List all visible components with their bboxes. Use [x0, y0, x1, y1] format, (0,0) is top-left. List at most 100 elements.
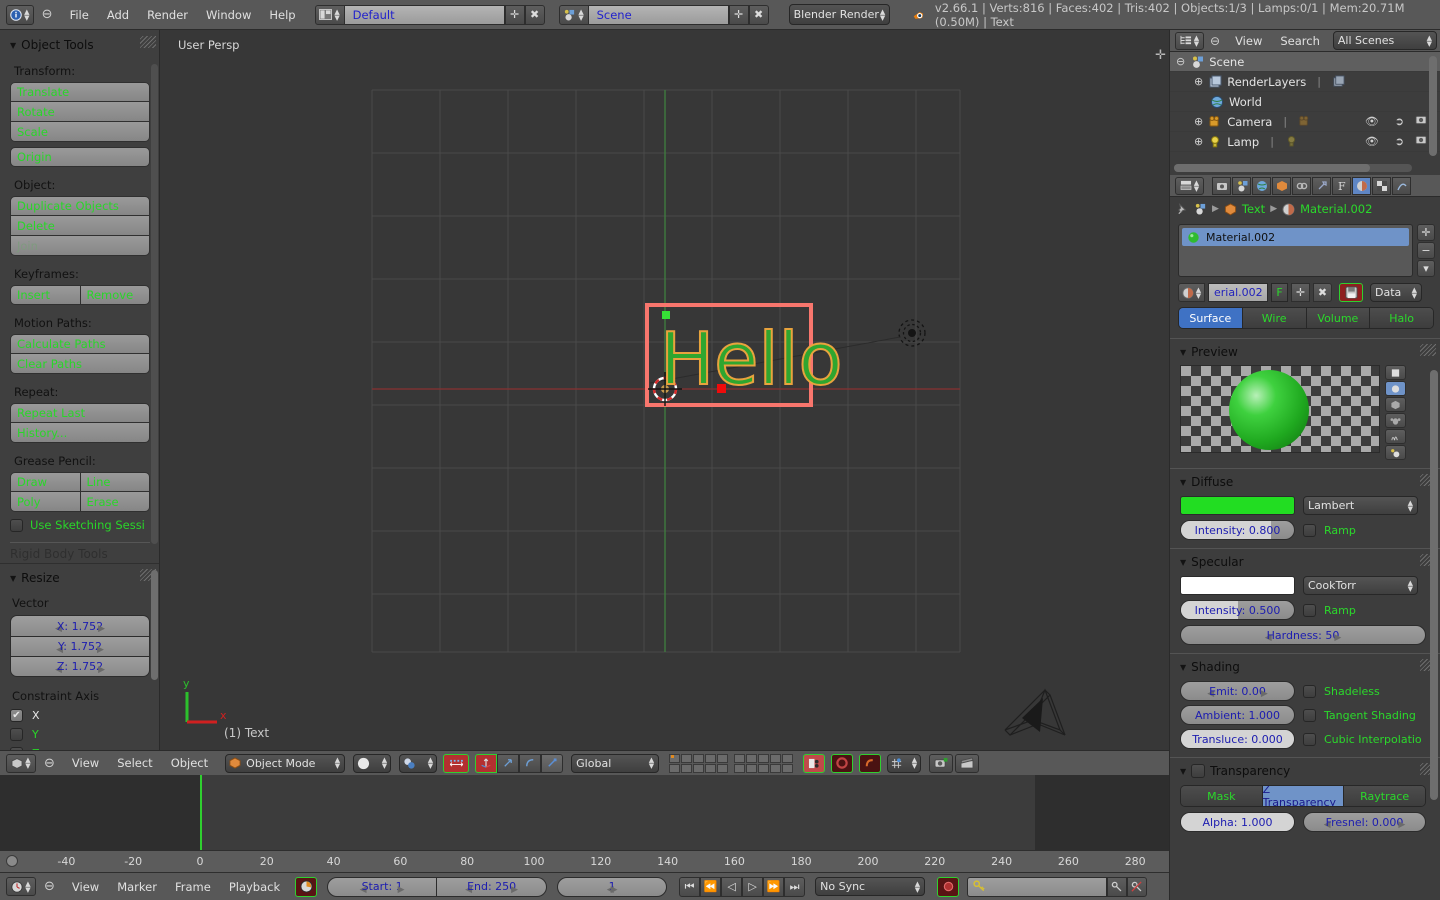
scene-browse-button[interactable]: ▲▼ — [559, 5, 589, 25]
outliner-selectability-icon[interactable]: ➲ — [1395, 135, 1404, 148]
camera-data-icon[interactable] — [1298, 115, 1311, 128]
outliner-row[interactable]: ⊖Scene — [1170, 52, 1440, 72]
shader-tab-halo[interactable]: Halo — [1369, 308, 1433, 328]
duplicate-objects-button[interactable]: Duplicate Objects — [10, 196, 150, 216]
tool-shelf-scrollbar-upper[interactable] — [151, 64, 158, 544]
unlink-material-button[interactable]: ✖ — [1313, 283, 1332, 302]
use-sketching-session-row[interactable]: Use Sketching Sessi — [10, 518, 150, 532]
outliner-hscrollbar[interactable] — [1174, 164, 1412, 172]
screen-layout-type-button[interactable]: ▲▼ — [315, 5, 345, 25]
constraint-axis-y-checkbox[interactable] — [10, 728, 23, 741]
outliner-vscrollbar[interactable] — [1429, 56, 1437, 156]
end-frame-field[interactable]: ◀ End: 250 ▶ — [437, 877, 547, 897]
grease-line-button[interactable]: Line — [81, 472, 151, 492]
material-slot-row[interactable]: Material.002 — [1182, 228, 1409, 246]
collapse-menu-icon[interactable]: ⊖ — [44, 756, 55, 771]
transparency-mode-mask[interactable]: Mask — [1181, 786, 1262, 806]
remove-keyframe-button[interactable]: Remove — [81, 285, 151, 305]
scale-button[interactable]: Scale — [10, 122, 150, 142]
play-reverse-button[interactable]: ◁ — [721, 877, 742, 897]
vector-x-field[interactable]: ◀ X: 1.752 ▶ — [11, 616, 149, 636]
material-icon[interactable] — [1282, 203, 1295, 216]
render-engine-dropdown[interactable]: Blender Render ▲▼ — [789, 4, 891, 25]
shader-tab-wire[interactable]: Wire — [1242, 308, 1306, 328]
translate-manipulator-button[interactable] — [475, 754, 497, 773]
outliner-renderability-icon[interactable] — [1415, 114, 1428, 126]
calculate-paths-button[interactable]: Calculate Paths — [10, 334, 150, 354]
rigid-body-tools-header[interactable]: Rigid Body Tools — [10, 547, 150, 561]
increment-arrow-icon[interactable]: ▶ — [1334, 633, 1341, 643]
fresnel-slider[interactable]: ◀ Fresnel: 0.000 ▶ — [1303, 812, 1426, 832]
outliner-menu-search[interactable]: Search — [1271, 30, 1329, 52]
specular-panel-header[interactable]: ▼ Specular — [1180, 555, 1432, 569]
editor-type-outliner-button[interactable]: ▲▼ — [1175, 32, 1204, 50]
record-keyframe-button[interactable] — [937, 877, 959, 897]
insert-keyframe-button[interactable]: Insert — [10, 285, 81, 305]
scene-name-field[interactable]: Scene — [589, 5, 729, 25]
layer-block-left[interactable] — [669, 754, 728, 773]
start-frame-field[interactable]: ◀ Start: 1 ▶ — [327, 877, 437, 897]
diffuse-panel-header[interactable]: ▼ Diffuse — [1180, 475, 1432, 489]
save-material-button[interactable] — [1339, 283, 1363, 302]
add-material-slot-button[interactable]: ✛ — [1417, 224, 1435, 241]
add-scene-button[interactable]: ✛ — [729, 5, 749, 25]
sync-mode-dropdown[interactable]: No Sync ▲▼ — [815, 877, 925, 896]
constraint-axis-x-row[interactable]: ✔ X — [10, 709, 150, 722]
increment-arrow-icon[interactable]: ▶ — [1398, 820, 1405, 830]
collapse-menu-icon[interactable]: ⊖ — [1210, 34, 1220, 48]
cubic-interpolation-checkbox[interactable] — [1303, 733, 1316, 746]
next-keyframe-button[interactable]: ⏩ — [763, 877, 784, 897]
opengl-render-animation-button[interactable] — [955, 754, 979, 773]
transluce-slider[interactable]: Transluce: 0.000 — [1180, 729, 1295, 749]
editor-type-info-button[interactable]: ▲▼ — [6, 5, 34, 25]
outliner-expand-icon[interactable]: ⊕ — [1194, 135, 1203, 148]
shading-panel-header[interactable]: ▼ Shading — [1180, 660, 1432, 674]
outliner-row[interactable]: ⊕Lamp|👁➲ — [1170, 132, 1440, 152]
object-tools-header[interactable]: ▼ Object Tools — [10, 38, 150, 52]
font-tab-button[interactable]: F — [1332, 177, 1351, 195]
preview-panel-header[interactable]: ▼ Preview — [1180, 345, 1432, 359]
increment-arrow-icon[interactable]: ▶ — [98, 624, 105, 634]
alpha-slider[interactable]: Alpha: 1.000 — [1180, 812, 1295, 832]
timeline-menu-view[interactable]: View — [63, 876, 108, 898]
remove-material-slot-button[interactable]: − — [1417, 242, 1435, 259]
history-button[interactable]: History... — [10, 423, 150, 443]
preview-hair-button[interactable] — [1385, 429, 1406, 444]
constraint-axis-x-checkbox[interactable]: ✔ — [10, 709, 23, 722]
diffuse-shader-dropdown[interactable]: Lambert ▲▼ — [1303, 496, 1418, 515]
increment-arrow-icon[interactable]: ▶ — [97, 645, 104, 655]
auto-keyframe-button[interactable] — [295, 877, 317, 897]
increment-arrow-icon[interactable]: ▶ — [98, 665, 105, 675]
viewport-menu-select[interactable]: Select — [108, 752, 161, 774]
preview-world-button[interactable] — [1385, 445, 1406, 460]
delete-keying-set-button[interactable] — [1127, 877, 1147, 897]
viewport-menu-view[interactable]: View — [63, 752, 108, 774]
material-preview-render[interactable] — [1180, 365, 1380, 453]
3d-viewport[interactable]: y x Hello User Persp (1) Text ✛ — [160, 30, 1170, 750]
snap-element-dropdown[interactable]: ▲▼ — [887, 754, 921, 773]
screen-layout-name-field[interactable]: Default — [345, 5, 505, 25]
snap-magnet-button[interactable] — [859, 754, 881, 773]
outliner-visibility-icon[interactable]: 👁 — [1365, 135, 1379, 148]
rotate-arc-button[interactable] — [519, 754, 541, 773]
specular-shader-dropdown[interactable]: CookTorr ▲▼ — [1303, 576, 1418, 595]
constraint-axis-y-row[interactable]: Y — [10, 728, 150, 741]
outliner-expand-icon[interactable]: ⊕ — [1194, 115, 1203, 128]
shadeless-checkbox[interactable] — [1303, 685, 1316, 698]
outliner-collapse-icon[interactable]: ⊖ — [1176, 55, 1185, 68]
use-sketching-session-checkbox[interactable] — [10, 519, 23, 532]
vector-z-field[interactable]: ◀ Z: 1.752 ▶ — [11, 656, 149, 676]
world-tab-button[interactable] — [1252, 177, 1271, 195]
viewport-toggle-icon[interactable]: ✛ — [1155, 48, 1166, 63]
texture-tab-button[interactable] — [1372, 177, 1391, 195]
ambient-slider[interactable]: Ambient: 1.000 — [1180, 705, 1295, 725]
clear-paths-button[interactable]: Clear Paths — [10, 354, 150, 374]
outliner-tree[interactable]: ⊖Scene⊕RenderLayers|World⊕Camera|👁➲⊕Lamp… — [1170, 52, 1440, 152]
repeat-last-button[interactable]: Repeat Last — [10, 403, 150, 423]
increment-arrow-icon[interactable]: ▶ — [398, 885, 405, 895]
viewport-shading-dropdown[interactable]: ▲▼ — [353, 754, 391, 773]
manipulator-toggle-button[interactable] — [443, 754, 469, 773]
layer-block-right[interactable] — [734, 754, 793, 773]
lamp-data-icon[interactable] — [1285, 135, 1298, 148]
menu-render[interactable]: Render — [138, 4, 197, 26]
